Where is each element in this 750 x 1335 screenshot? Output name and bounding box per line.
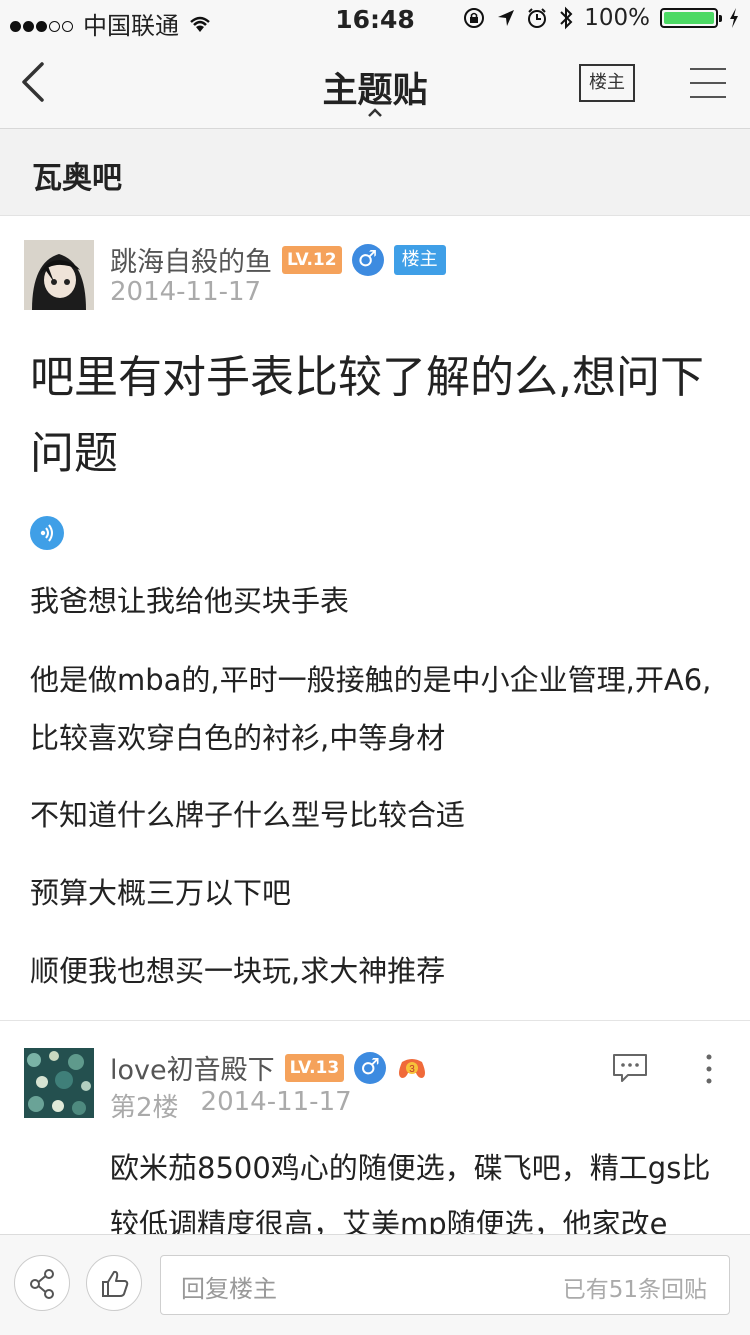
only-op-button[interactable]: 楼主 <box>579 64 635 102</box>
divider <box>0 1020 750 1021</box>
bluetooth-icon <box>560 6 573 30</box>
navigation-bar: 主题贴 楼主 <box>0 40 750 129</box>
level-badge: LV.12 <box>282 245 342 274</box>
alarm-icon <box>528 8 547 28</box>
voice-icon[interactable] <box>30 516 64 550</box>
battery-icon <box>660 8 722 28</box>
reply-date: 2014-11-17 <box>200 1087 352 1117</box>
post-paragraph: 我爸想让我给他买块手表 <box>30 584 350 618</box>
avatar-image <box>24 1048 94 1118</box>
reply-placeholder: 回复楼主 <box>181 1275 277 1303</box>
reply-input[interactable]: 回复楼主 已有51条回贴 <box>160 1255 730 1315</box>
more-vertical-icon[interactable] <box>702 1052 716 1086</box>
post-paragraph: 顺便我也想买一块玩,求大神推荐 <box>30 954 446 988</box>
battery-percent: 100% <box>584 5 650 31</box>
comment-icon[interactable] <box>612 1053 648 1083</box>
status-right: 100% <box>462 5 740 31</box>
status-bar: 中国联通 16:48 100% <box>0 0 750 40</box>
post-paragraph: 不知道什么牌子什么型号比较合适 <box>30 798 466 832</box>
level-badge: LV.13 <box>284 1053 345 1082</box>
male-gender-icon: ♂ <box>354 1051 387 1084</box>
post-paragraph: 预算大概三万以下吧 <box>30 876 292 910</box>
floor-number: 第2楼 <box>110 1093 179 1123</box>
avatar-image <box>24 240 94 310</box>
avatar[interactable] <box>24 1048 94 1118</box>
post-date: 2014-11-17 <box>110 277 262 307</box>
reply-author-row: love初音殿下 LV.13 ♂ 3 <box>110 1048 428 1087</box>
reply-count: 已有51条回贴 <box>562 1277 707 1303</box>
bottom-toolbar: 回复楼主 已有51条回贴 <box>0 1234 750 1335</box>
reply-meta: 第2楼 2014-11-17 <box>110 1087 352 1124</box>
share-icon <box>30 1269 54 1299</box>
thumbs-up-icon <box>102 1270 129 1297</box>
forum-name[interactable]: 瓦奥吧 <box>32 153 122 197</box>
game-controller-icon: 3 <box>399 1058 426 1078</box>
post-title: 吧里有对手表比较了解的么,想问下问题 <box>30 352 704 479</box>
post-author-row: 跳海自殺的鱼 LV.12 ♂ 楼主 <box>110 240 446 279</box>
op-badge: 楼主 <box>393 244 446 275</box>
forum-header[interactable]: 瓦奥吧 <box>0 129 750 216</box>
chevron-up-icon[interactable] <box>365 106 385 118</box>
menu-icon[interactable] <box>690 68 726 100</box>
share-button[interactable] <box>14 1255 70 1311</box>
charging-icon <box>730 8 738 28</box>
post-paragraph: 他是做mba的,平时一般接触的是中小企业管理,开A6,比较喜欢穿白色的衬衫,中等… <box>30 663 712 755</box>
avatar[interactable] <box>24 240 94 310</box>
username[interactable]: 跳海自殺的鱼 <box>110 240 272 279</box>
male-gender-icon: ♂ <box>351 243 384 276</box>
like-button[interactable] <box>86 1255 142 1311</box>
orientation-lock-icon <box>464 8 485 28</box>
username[interactable]: love初音殿下 <box>110 1048 275 1087</box>
svg-text:3: 3 <box>409 1064 415 1075</box>
location-icon <box>498 10 515 26</box>
